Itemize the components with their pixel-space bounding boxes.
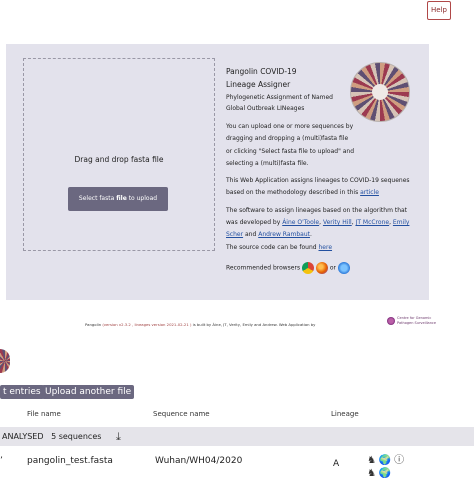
analysed-count: 5 sequences <box>51 432 102 441</box>
author-link-verity[interactable]: Verity Hill <box>323 219 352 226</box>
download-icon[interactable]: ⤓ <box>116 430 121 444</box>
drop-zone[interactable]: Drag and drop fasta file Select fasta fi… <box>23 58 215 251</box>
analysed-group-label: ANALYSED 5 sequences <box>2 432 101 441</box>
upload-another-button[interactable]: Upload another file <box>42 385 135 399</box>
row-file-name: pangolin_test.fasta <box>27 456 113 466</box>
column-sequence-name: Sequence name <box>153 410 210 418</box>
browsers-text: Recommended browsers <box>226 264 301 272</box>
info-section: Pangolin COVID-19 Lineage Assigner Phylo… <box>226 65 422 275</box>
comma: , <box>351 219 354 227</box>
row-sequence-name: Wuhan/WH04/2020 <box>155 456 243 466</box>
select-file-button[interactable]: Select fasta file to upload <box>68 187 168 211</box>
source-code-text: The source code can be found <box>226 243 317 251</box>
export-entries-button[interactable]: t entries <box>0 385 44 399</box>
safari-icon[interactable] <box>337 261 350 274</box>
row-lineage: A <box>333 459 340 469</box>
lineage-tree-icon[interactable]: ♞ <box>367 455 376 466</box>
source-code-link[interactable]: here <box>319 244 333 251</box>
upload-panel: Drag and drop fasta file Select fasta fi… <box>6 44 429 300</box>
app-title-line-2: Lineage Assigner <box>226 80 291 89</box>
software-credits: The software to assign lineages based on… <box>226 206 410 251</box>
analysed-label: ANALYSED <box>2 432 44 441</box>
app-title: Pangolin COVID-19 Lineage Assigner <box>226 65 422 91</box>
comma: , <box>319 219 322 227</box>
footer-version: (version v2.3.2 , lineages version 2021-… <box>102 322 192 327</box>
column-lineage: Lineage <box>331 410 359 418</box>
select-button-text: Select fasta <box>78 195 115 202</box>
method-description: This Web Application assigns lineages to… <box>226 175 412 200</box>
cgps-logo[interactable]: Centre for Genomic Pathogen Surveillance <box>387 316 436 326</box>
info-icon[interactable]: ⓘ <box>394 455 404 466</box>
help-button[interactable]: Help <box>427 1 451 20</box>
or-text: or <box>329 264 336 272</box>
subtitle-line-2: Global Outbreak LINeages <box>226 105 305 112</box>
drop-zone-title: Drag and drop fasta file <box>74 155 164 164</box>
subtitle-line-1: Phylogenetic Assignment of Named <box>226 94 333 101</box>
article-link[interactable]: article <box>360 189 379 196</box>
author-link-andrew[interactable]: Andrew Rambaut <box>258 231 310 238</box>
cgps-line-2: Pathogen Surveillance <box>397 321 436 325</box>
firefox-icon[interactable] <box>315 261 328 274</box>
select-button-bold: file <box>116 195 127 202</box>
footer-text: Pangolin (version v2.3.2 , lineages vers… <box>85 322 315 327</box>
author-link-jt[interactable]: JT McCrone <box>356 219 390 226</box>
pangolin-logo-small <box>0 349 10 373</box>
row-marker: ’ <box>0 456 3 466</box>
globe-icon[interactable]: 🌍 <box>379 455 391 466</box>
app-title-line-1: Pangolin COVID-19 <box>226 67 297 76</box>
method-text: This Web Application assigns lineages to… <box>226 177 410 197</box>
column-file-name: File name <box>27 410 61 418</box>
footer-pangolin: Pangolin <box>85 322 102 327</box>
footer-built-by: is built by Áine, JT, Verity, Emily and … <box>192 322 316 327</box>
select-button-suffix: to upload <box>128 195 158 202</box>
and-text: and <box>245 231 257 239</box>
row-actions: ♞ 🌍 ⓘ <box>367 451 404 466</box>
upload-instructions: You can upload one or more sequences by … <box>226 123 355 167</box>
chrome-icon[interactable] <box>302 261 315 274</box>
author-link-aine[interactable]: Áine O'Toole <box>282 219 319 226</box>
app-subtitle: Phylogenetic Assignment of Named Global … <box>226 92 422 114</box>
cgps-icon <box>387 317 395 325</box>
period: . <box>309 231 312 239</box>
recommended-browsers: Recommended browsers or <box>226 261 422 275</box>
